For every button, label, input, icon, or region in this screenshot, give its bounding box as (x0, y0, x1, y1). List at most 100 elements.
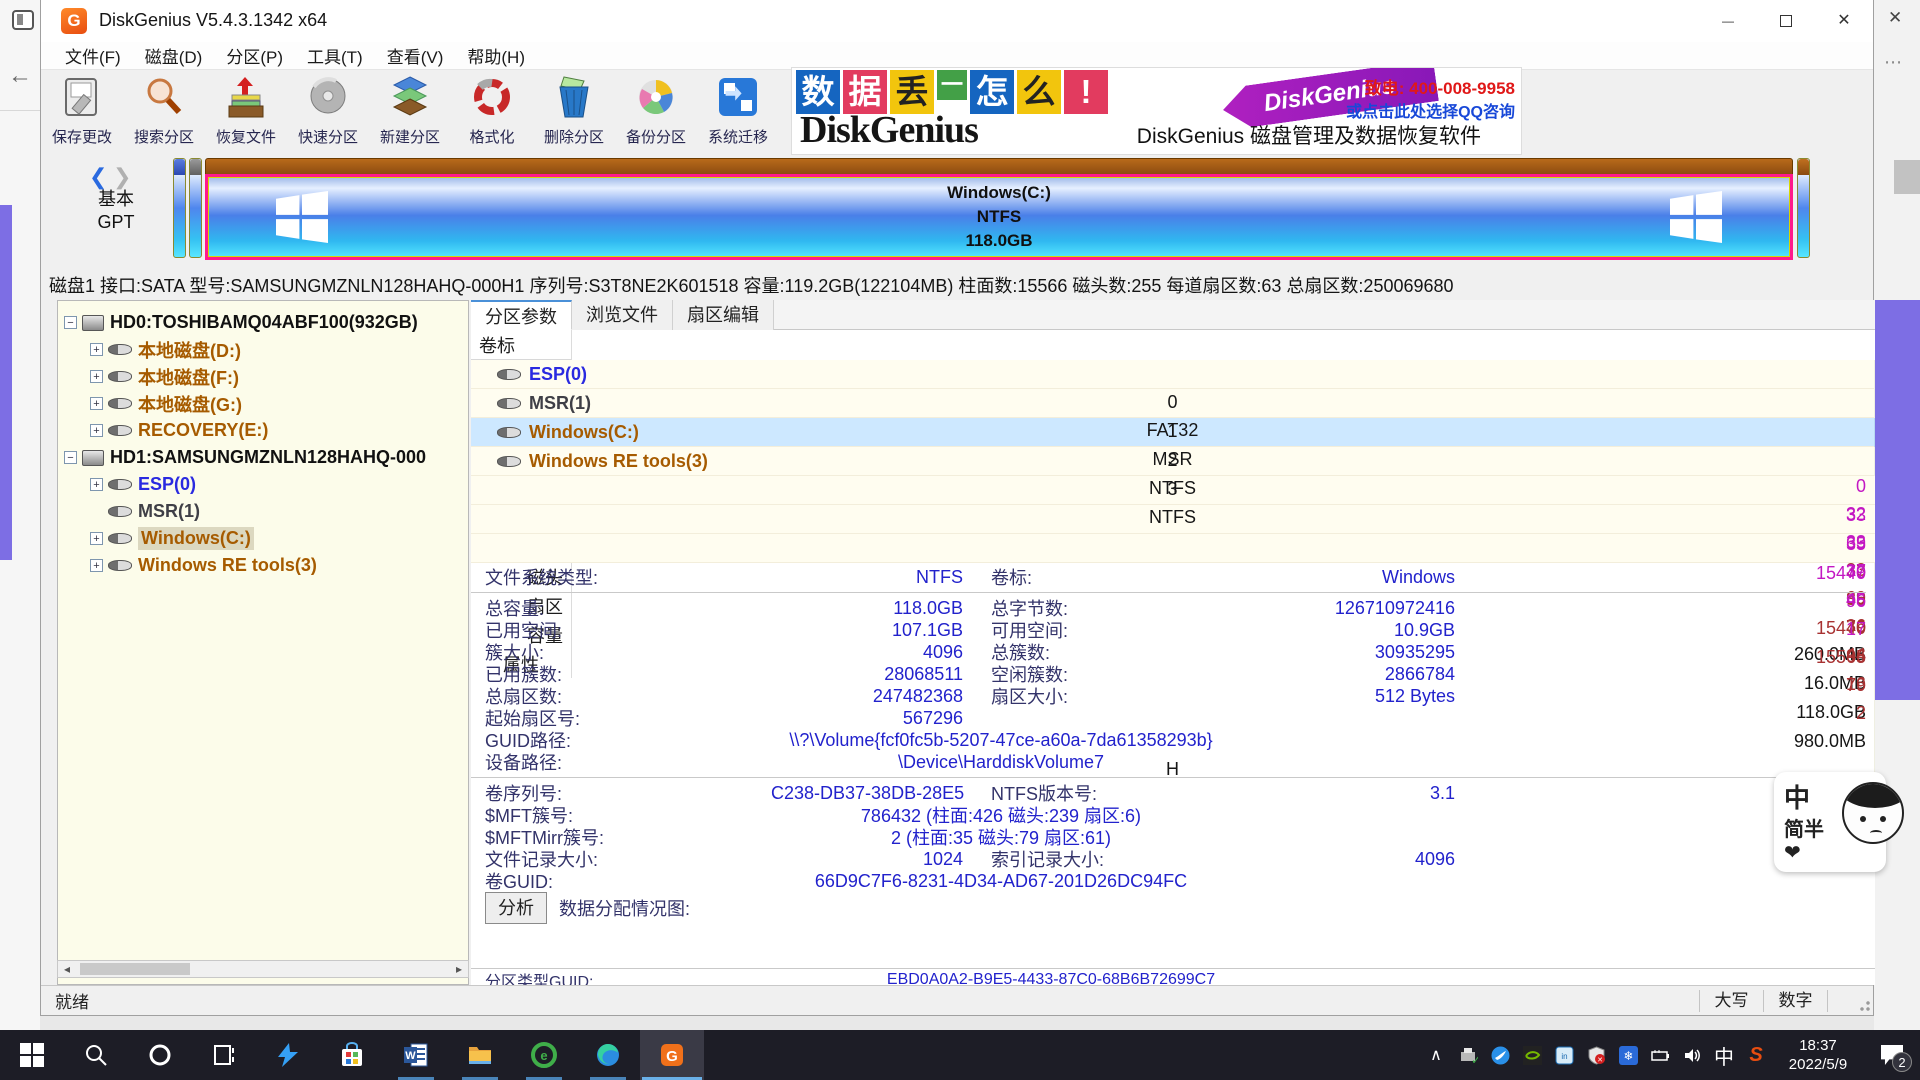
system-migrate-button[interactable]: 系统迁移 (697, 71, 779, 156)
svg-text:e: e (540, 1048, 547, 1063)
svg-text:✕: ✕ (1597, 1057, 1603, 1064)
chevron-right-icon[interactable]: ❯ (113, 164, 131, 190)
new-partition-button[interactable]: 新建分区 (369, 71, 451, 156)
menu-partition[interactable]: 分区(P) (214, 43, 295, 68)
table-row-esp[interactable]: ESP(0) 0 FAT32 0 32 33 33 69 36 260.0MB (471, 360, 1875, 389)
menu-view[interactable]: 查看(V) (375, 43, 456, 68)
cortana-button[interactable] (128, 1030, 192, 1080)
menu-disk[interactable]: 磁盘(D) (133, 43, 215, 68)
quick-partition-button[interactable]: 快速分区 (287, 71, 369, 156)
tab-browse-files[interactable]: 浏览文件 (572, 300, 673, 330)
resize-grip[interactable] (1857, 1000, 1871, 1014)
taskbar-clock[interactable]: 18:37 2022/5/9 (1772, 1036, 1864, 1074)
ad-banner[interactable]: 数 据 丢 一 怎 么 ! DiskGenius 致电: 400-008-995… (791, 67, 1522, 155)
format-button[interactable]: 格式化 (451, 71, 533, 156)
360-browser-app[interactable]: e (512, 1030, 576, 1080)
tree-item-esp[interactable]: ESP(0) (64, 471, 468, 498)
delete-partition-button[interactable]: 删除分区 (533, 71, 615, 156)
status-end (1827, 990, 1873, 1012)
partition-block-re-tools[interactable] (1797, 158, 1810, 258)
tree-item-windows-re[interactable]: Windows RE tools(3) (64, 552, 468, 579)
tray-bird-icon[interactable] (1484, 1030, 1516, 1080)
quick-partition-icon (306, 75, 350, 124)
expand-icon[interactable] (90, 343, 103, 356)
tree-item-hd1[interactable]: HD1:SAMSUNGMZNLN128HAHQ-000 (64, 444, 468, 471)
partition-icon (108, 398, 132, 409)
desktop-wallpaper-right (1874, 300, 1920, 700)
scroll-left-icon[interactable]: ◂ (58, 962, 76, 976)
menu-file[interactable]: 文件(F) (53, 43, 133, 68)
tree-item-local-f[interactable]: 本地磁盘(F:) (64, 363, 468, 390)
close-button[interactable] (1815, 0, 1873, 42)
tree-item-windows-c[interactable]: Windows(C:) (64, 525, 468, 552)
feishu-app[interactable] (256, 1030, 320, 1080)
expand-icon[interactable] (90, 370, 103, 383)
partition-block-msr[interactable] (189, 158, 202, 258)
tray-volume-icon[interactable] (1676, 1030, 1708, 1080)
search-partition-button[interactable]: 搜索分区 (123, 71, 205, 156)
tray-intel-icon[interactable]: in (1548, 1030, 1580, 1080)
collapse-icon[interactable] (64, 316, 77, 329)
recover-files-button[interactable]: 恢复文件 (205, 71, 287, 156)
menu-tools[interactable]: 工具(T) (295, 43, 375, 68)
store-app[interactable] (320, 1030, 384, 1080)
status-ready: 就绪 (41, 988, 1699, 1013)
partition-block-windows-c[interactable]: Windows(C:) NTFS 118.0GB (205, 158, 1793, 260)
partition-type-guid-row: 分区类型GUID:EBD0A0A2-B9E5-4433-87C0-68B6B72… (471, 968, 1875, 985)
status-numlock: 数字 (1763, 990, 1827, 1012)
data-allocation-label: 数据分配情况图: (559, 895, 690, 921)
detail-tabs: 分区参数 浏览文件 扇区编辑 (471, 300, 1875, 330)
collapse-icon[interactable] (64, 451, 77, 464)
close-icon[interactable]: ✕ (1888, 8, 1902, 28)
tree-item-local-g[interactable]: 本地磁盘(G:) (64, 390, 468, 417)
tree-item-recovery-e[interactable]: RECOVERY(E:) (64, 417, 468, 444)
word-app[interactable]: W (384, 1030, 448, 1080)
system-migrate-icon (716, 75, 760, 124)
task-view-button[interactable] (192, 1030, 256, 1080)
tray-security-shield-icon[interactable]: ✕ (1580, 1030, 1612, 1080)
search-button[interactable] (64, 1030, 128, 1080)
action-center-button[interactable]: 2 (1864, 1030, 1920, 1080)
tray-battery-icon[interactable] (1644, 1030, 1676, 1080)
minimize-button[interactable] (1699, 0, 1757, 42)
edge-app[interactable] (576, 1030, 640, 1080)
tray-nvidia-icon[interactable] (1516, 1030, 1548, 1080)
backup-partition-button[interactable]: 备份分区 (615, 71, 697, 156)
tray-printer-icon[interactable]: ✓ (1452, 1030, 1484, 1080)
expand-icon[interactable] (90, 397, 103, 410)
ad-qq-link[interactable]: 或点击此处选择QQ咨询 (1346, 98, 1515, 122)
expand-icon[interactable] (90, 559, 103, 572)
main-area: HD0:TOSHIBAMQ04ABF100(932GB) 本地磁盘(D:) 本地… (41, 300, 1873, 985)
tray-ime-indicator[interactable]: 中 (1708, 1030, 1740, 1080)
tab-sector-edit[interactable]: 扇区编辑 (673, 300, 774, 330)
menu-help[interactable]: 帮助(H) (455, 43, 537, 68)
chevron-left-icon[interactable]: ❮ (89, 164, 107, 190)
scrollbar-thumb[interactable] (80, 963, 190, 975)
save-changes-button[interactable]: 保存更改 (41, 71, 123, 156)
tree-item-msr[interactable]: MSR(1) (64, 498, 468, 525)
tray-chevron-up-icon[interactable]: ∧ (1420, 1030, 1452, 1080)
start-button[interactable] (0, 1030, 64, 1080)
analyze-button[interactable]: 分析 (485, 892, 547, 924)
partition-icon (108, 425, 132, 436)
search-partition-icon (142, 75, 186, 124)
maximize-button[interactable] (1757, 0, 1815, 42)
partition-block-esp[interactable] (173, 158, 186, 258)
tree-item-local-d[interactable]: 本地磁盘(D:) (64, 336, 468, 363)
tab-partition-params[interactable]: 分区参数 (471, 300, 572, 330)
svg-text:in: in (1561, 1052, 1567, 1061)
expand-icon[interactable] (90, 532, 103, 545)
diskgenius-taskbar-app[interactable]: G (640, 1030, 704, 1080)
tray-sogou-icon[interactable]: S (1740, 1030, 1772, 1080)
ad-tagline: DiskGenius 磁盘管理及数据恢复软件 (1137, 120, 1481, 150)
back-arrow-icon[interactable]: ← (8, 62, 32, 90)
expand-icon[interactable] (90, 424, 103, 437)
scroll-right-icon[interactable]: ▸ (450, 962, 468, 976)
tray-snowflake-icon[interactable]: ❄ (1612, 1030, 1644, 1080)
tree-item-hd0[interactable]: HD0:TOSHIBAMQ04ABF100(932GB) (64, 309, 468, 336)
expand-icon[interactable] (90, 478, 103, 491)
partition-icon (497, 369, 521, 380)
more-icon[interactable]: ⋯ (1884, 52, 1902, 73)
tree-horizontal-scrollbar[interactable]: ◂ ▸ (57, 960, 469, 978)
file-explorer-app[interactable] (448, 1030, 512, 1080)
